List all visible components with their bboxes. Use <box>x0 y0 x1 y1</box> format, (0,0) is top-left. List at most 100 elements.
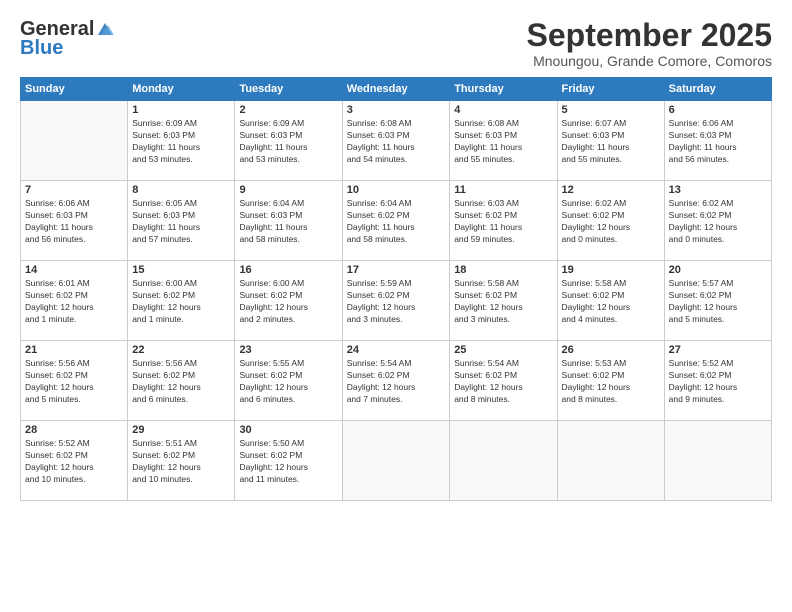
calendar-cell: 9 Sunrise: 6:04 AM Sunset: 6:03 PM Daylig… <box>235 181 342 261</box>
day-info: Sunrise: 6:00 AM Sunset: 6:02 PM Dayligh… <box>132 278 230 326</box>
day-number: 21 <box>25 344 123 356</box>
day-number: 23 <box>239 344 337 356</box>
calendar-week-5: 28 Sunrise: 5:52 AM Sunset: 6:02 PM Dayli… <box>21 421 772 501</box>
calendar-cell: 23 Sunrise: 5:55 AM Sunset: 6:02 PM Dayli… <box>235 341 342 421</box>
day-number: 7 <box>25 184 123 196</box>
calendar-cell: 13 Sunrise: 6:02 AM Sunset: 6:02 PM Dayli… <box>664 181 771 261</box>
calendar-cell: 12Sunrise: 6:02 AM Sunset: 6:02 PM Dayli… <box>557 181 664 261</box>
calendar-cell: 26 Sunrise: 5:53 AM Sunset: 6:02 PM Dayli… <box>557 341 664 421</box>
calendar-cell <box>342 421 449 501</box>
month-title: September 2025 <box>527 18 772 53</box>
day-number: 10 <box>347 184 445 196</box>
day-number: 19 <box>562 264 660 276</box>
logo-icon <box>96 21 114 39</box>
col-tuesday: Tuesday <box>235 78 342 101</box>
calendar-cell: 8 Sunrise: 6:05 AM Sunset: 6:03 PM Daylig… <box>128 181 235 261</box>
day-info: Sunrise: 6:02 AM Sunset: 6:02 PM Dayligh… <box>669 198 767 246</box>
calendar-cell <box>450 421 557 501</box>
day-info: Sunrise: 6:00 AM Sunset: 6:02 PM Dayligh… <box>239 278 337 326</box>
day-number: 2 <box>239 104 337 116</box>
day-number: 28 <box>25 424 123 436</box>
day-info: Sunrise: 5:51 AM Sunset: 6:02 PM Dayligh… <box>132 438 230 486</box>
day-number: 8 <box>132 184 230 196</box>
day-info: Sunrise: 5:58 AM Sunset: 6:02 PM Dayligh… <box>562 278 660 326</box>
calendar-cell: 29 Sunrise: 5:51 AM Sunset: 6:02 PM Dayli… <box>128 421 235 501</box>
calendar-cell: 19 Sunrise: 5:58 AM Sunset: 6:02 PM Dayli… <box>557 261 664 341</box>
location: Mnoungou, Grande Comore, Comoros <box>527 53 772 69</box>
day-info: Sunrise: 5:56 AM Sunset: 6:02 PM Dayligh… <box>25 358 123 406</box>
col-sunday: Sunday <box>21 78 128 101</box>
day-number: 4 <box>454 104 552 116</box>
day-info: Sunrise: 5:59 AM Sunset: 6:02 PM Dayligh… <box>347 278 445 326</box>
calendar-cell: 5 Sunrise: 6:07 AM Sunset: 6:03 PM Daylig… <box>557 101 664 181</box>
calendar-cell: 14Sunrise: 6:01 AM Sunset: 6:02 PM Dayli… <box>21 261 128 341</box>
calendar-cell: 27 Sunrise: 5:52 AM Sunset: 6:02 PM Dayli… <box>664 341 771 421</box>
calendar-cell: 7 Sunrise: 6:06 AM Sunset: 6:03 PM Daylig… <box>21 181 128 261</box>
day-number: 27 <box>669 344 767 356</box>
col-monday: Monday <box>128 78 235 101</box>
day-info: Sunrise: 5:55 AM Sunset: 6:02 PM Dayligh… <box>239 358 337 406</box>
calendar-week-4: 21 Sunrise: 5:56 AM Sunset: 6:02 PM Dayli… <box>21 341 772 421</box>
day-info: Sunrise: 6:09 AM Sunset: 6:03 PM Dayligh… <box>132 118 230 166</box>
calendar-table: Sunday Monday Tuesday Wednesday Thursday… <box>20 77 772 501</box>
day-info: Sunrise: 5:52 AM Sunset: 6:02 PM Dayligh… <box>669 358 767 406</box>
calendar-cell: 21 Sunrise: 5:56 AM Sunset: 6:02 PM Dayli… <box>21 341 128 421</box>
day-info: Sunrise: 5:53 AM Sunset: 6:02 PM Dayligh… <box>562 358 660 406</box>
logo: General Blue <box>20 18 114 60</box>
calendar-cell: 22Sunrise: 5:56 AM Sunset: 6:02 PM Dayli… <box>128 341 235 421</box>
day-number: 26 <box>562 344 660 356</box>
calendar-week-1: 1Sunrise: 6:09 AM Sunset: 6:03 PM Daylig… <box>21 101 772 181</box>
calendar-cell: 4 Sunrise: 6:08 AM Sunset: 6:03 PM Daylig… <box>450 101 557 181</box>
day-number: 29 <box>132 424 230 436</box>
day-info: Sunrise: 6:02 AM Sunset: 6:02 PM Dayligh… <box>562 198 660 246</box>
logo-blue: Blue <box>20 37 63 60</box>
calendar-cell: 30 Sunrise: 5:50 AM Sunset: 6:02 PM Dayli… <box>235 421 342 501</box>
day-info: Sunrise: 6:05 AM Sunset: 6:03 PM Dayligh… <box>132 198 230 246</box>
calendar-week-2: 7 Sunrise: 6:06 AM Sunset: 6:03 PM Daylig… <box>21 181 772 261</box>
page-header: General Blue September 2025 Mnoungou, Gr… <box>20 18 772 69</box>
day-info: Sunrise: 5:52 AM Sunset: 6:02 PM Dayligh… <box>25 438 123 486</box>
col-thursday: Thursday <box>450 78 557 101</box>
day-number: 16 <box>239 264 337 276</box>
day-info: Sunrise: 6:08 AM Sunset: 6:03 PM Dayligh… <box>454 118 552 166</box>
day-number: 15 <box>132 264 230 276</box>
calendar-cell: 28 Sunrise: 5:52 AM Sunset: 6:02 PM Dayli… <box>21 421 128 501</box>
day-number: 30 <box>239 424 337 436</box>
day-info: Sunrise: 6:07 AM Sunset: 6:03 PM Dayligh… <box>562 118 660 166</box>
col-friday: Friday <box>557 78 664 101</box>
calendar-cell: 11 Sunrise: 6:03 AM Sunset: 6:02 PM Dayli… <box>450 181 557 261</box>
calendar-cell: 6Sunrise: 6:06 AM Sunset: 6:03 PM Daylig… <box>664 101 771 181</box>
calendar-cell <box>21 101 128 181</box>
col-wednesday: Wednesday <box>342 78 449 101</box>
calendar-cell: 2Sunrise: 6:09 AM Sunset: 6:03 PM Daylig… <box>235 101 342 181</box>
title-block: September 2025 Mnoungou, Grande Comore, … <box>527 18 772 69</box>
calendar-cell <box>557 421 664 501</box>
day-info: Sunrise: 5:57 AM Sunset: 6:02 PM Dayligh… <box>669 278 767 326</box>
calendar-cell: 16 Sunrise: 6:00 AM Sunset: 6:02 PM Dayli… <box>235 261 342 341</box>
day-number: 5 <box>562 104 660 116</box>
day-info: Sunrise: 6:06 AM Sunset: 6:03 PM Dayligh… <box>669 118 767 166</box>
day-info: Sunrise: 6:03 AM Sunset: 6:02 PM Dayligh… <box>454 198 552 246</box>
calendar-cell: 20Sunrise: 5:57 AM Sunset: 6:02 PM Dayli… <box>664 261 771 341</box>
day-number: 11 <box>454 184 552 196</box>
day-info: Sunrise: 5:50 AM Sunset: 6:02 PM Dayligh… <box>239 438 337 486</box>
day-info: Sunrise: 5:54 AM Sunset: 6:02 PM Dayligh… <box>347 358 445 406</box>
calendar-cell: 24 Sunrise: 5:54 AM Sunset: 6:02 PM Dayli… <box>342 341 449 421</box>
day-number: 25 <box>454 344 552 356</box>
day-info: Sunrise: 6:06 AM Sunset: 6:03 PM Dayligh… <box>25 198 123 246</box>
day-number: 9 <box>239 184 337 196</box>
calendar-cell: 15 Sunrise: 6:00 AM Sunset: 6:02 PM Dayli… <box>128 261 235 341</box>
day-number: 18 <box>454 264 552 276</box>
day-number: 17 <box>347 264 445 276</box>
calendar-week-3: 14Sunrise: 6:01 AM Sunset: 6:02 PM Dayli… <box>21 261 772 341</box>
calendar-cell: 25Sunrise: 5:54 AM Sunset: 6:02 PM Dayli… <box>450 341 557 421</box>
day-info: Sunrise: 6:04 AM Sunset: 6:03 PM Dayligh… <box>239 198 337 246</box>
calendar-cell: 10Sunrise: 6:04 AM Sunset: 6:02 PM Dayli… <box>342 181 449 261</box>
day-info: Sunrise: 5:58 AM Sunset: 6:02 PM Dayligh… <box>454 278 552 326</box>
col-saturday: Saturday <box>664 78 771 101</box>
calendar-cell: 18 Sunrise: 5:58 AM Sunset: 6:02 PM Dayli… <box>450 261 557 341</box>
day-number: 3 <box>347 104 445 116</box>
calendar-cell <box>664 421 771 501</box>
day-number: 13 <box>669 184 767 196</box>
day-number: 24 <box>347 344 445 356</box>
